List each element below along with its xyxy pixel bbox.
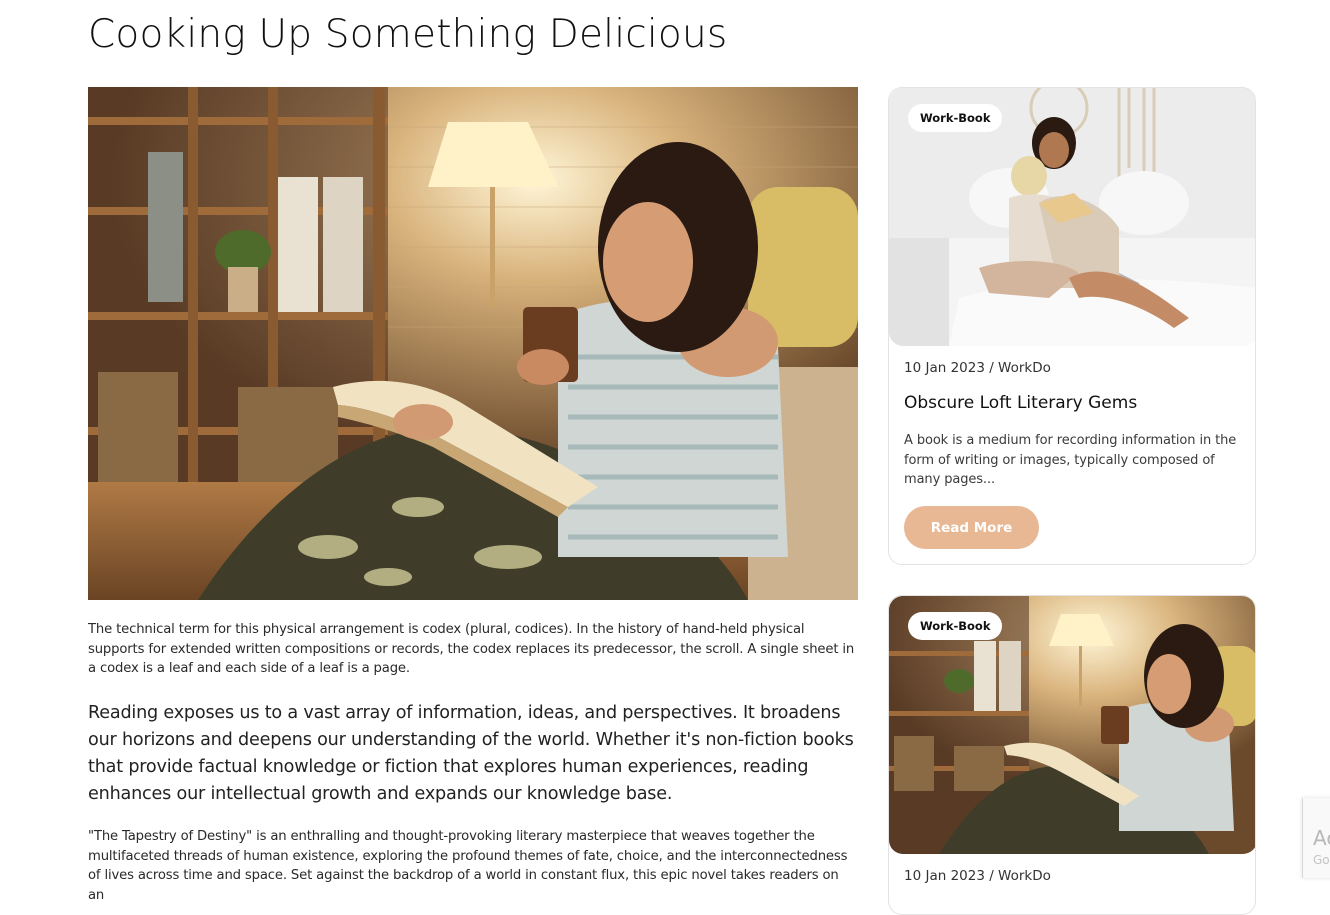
recaptcha-badge[interactable]: Ac Go [1302,798,1330,878]
highlight-paragraph: Reading exposes us to a vast array of in… [88,703,854,804]
woman-reading-illustration [88,87,858,600]
post-title[interactable]: Obscure Loft Literary Gems [904,393,1137,413]
category-tag[interactable]: Work-Book [908,104,1003,132]
intro-paragraph: The technical term for this physical arr… [88,622,855,677]
page-title: Cooking Up Something Delicious [88,12,728,57]
hero-image [88,87,858,600]
recaptcha-subtext: Go [1313,853,1330,867]
recaptcha-text: Ac [1313,826,1330,850]
blog-card[interactable]: Work-Book 10 Jan 2023 / WorkDo Obscure L… [888,87,1256,565]
post-excerpt: A book is a medium for recording informa… [904,433,1237,488]
blog-card[interactable]: Work-Book 10 Jan 2023 / WorkDo [888,595,1256,915]
category-tag[interactable]: Work-Book [908,612,1003,640]
post-meta: 10 Jan 2023 / WorkDo [904,868,1051,884]
book-description-paragraph: "The Tapestry of Destiny" is an enthrall… [88,829,848,903]
post-meta: 10 Jan 2023 / WorkDo [904,360,1051,376]
read-more-button[interactable]: Read More [904,506,1039,549]
